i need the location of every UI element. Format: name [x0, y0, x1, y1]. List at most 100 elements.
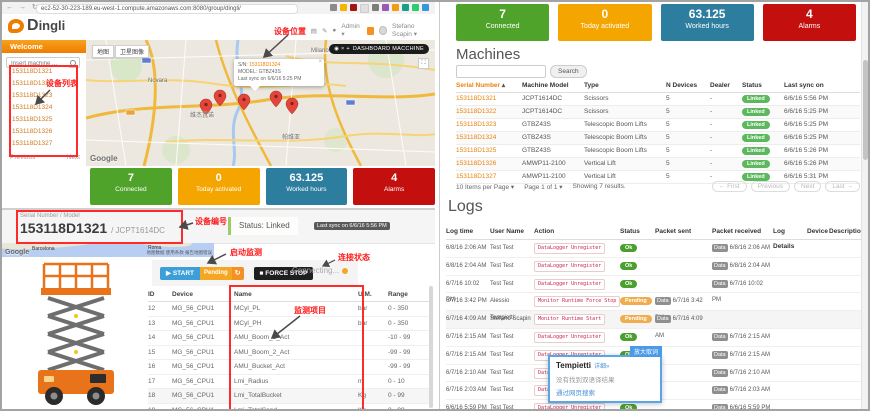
data-chip[interactable]: Data: [712, 262, 728, 270]
stat-card[interactable]: 0 Today activated: [558, 4, 651, 41]
extension-icon[interactable]: [360, 4, 369, 13]
address-bar[interactable]: ec2-52-30-223-189.eu-west-1.compute.amaz…: [36, 4, 298, 14]
extension-icon[interactable]: [392, 4, 399, 11]
extension-icon[interactable]: [330, 4, 337, 11]
table-row[interactable]: 19MG_56_CPU1Lmi_TotalSandKg0 - 99: [148, 404, 432, 411]
last-page-button[interactable]: Last →: [825, 181, 860, 192]
log-row[interactable]: 6/7/16 2:15 AM Test Test DataLogger Unre…: [446, 329, 863, 347]
sort-icon: ▴: [502, 82, 505, 89]
machine-row[interactable]: 153118D1321 JCPT1614DC Scissors 5 - Link…: [456, 93, 860, 106]
data-chip[interactable]: Data: [655, 297, 671, 305]
machine-list-item[interactable]: 153118D1325: [2, 114, 86, 126]
extension-icon[interactable]: [350, 4, 357, 11]
data-chip[interactable]: Data: [712, 280, 728, 288]
first-page-button[interactable]: ← First: [712, 181, 747, 192]
welcome-ribbon: Welcome: [2, 40, 86, 53]
page-select[interactable]: Page 1 of 1 ▾: [524, 183, 562, 191]
table-row[interactable]: 16MG_56_CPU1AMU_Bucket_Act-99 - 99: [148, 360, 432, 375]
data-chip[interactable]: Data: [712, 386, 728, 394]
print-icon[interactable]: ▤: [311, 27, 317, 35]
machine-serial-link[interactable]: 153118D1321: [456, 93, 522, 105]
data-chip[interactable]: Data: [712, 404, 728, 411]
machine-row[interactable]: 153118D1326 AMWP11-2100 Vertical Lift 5 …: [456, 158, 860, 171]
fullscreen-icon[interactable]: ⛶: [418, 58, 429, 69]
browser-back-icon[interactable]: ←: [6, 4, 15, 11]
data-chip[interactable]: Data: [655, 315, 671, 323]
machine-serial-link[interactable]: 153118D1325: [456, 145, 522, 157]
popup-serial-link[interactable]: 153118D1324: [249, 62, 280, 68]
extension-icon[interactable]: [402, 4, 409, 11]
machine-list-item[interactable]: 153118D1321: [2, 66, 86, 78]
table-header: IDDeviceNameU.M.Range: [148, 288, 432, 302]
log-row[interactable]: 6/7/16 3:42 PM Alessio Tempietti Monitor…: [446, 293, 863, 311]
extension-icon[interactable]: [422, 4, 429, 11]
machine-serial-link[interactable]: 153118D1326: [456, 158, 522, 170]
data-chip[interactable]: Data: [712, 369, 728, 377]
table-row[interactable]: 17MG_56_CPU1Lmi_Radiusm0 - 10: [148, 375, 432, 390]
data-chip[interactable]: Data: [712, 244, 728, 252]
stat-card[interactable]: 7 Connected: [90, 168, 172, 205]
edit-icon[interactable]: ✎: [322, 27, 327, 35]
extension-icon[interactable]: [382, 4, 389, 11]
machine-serial-link[interactable]: 153118D1322: [456, 106, 522, 118]
table-row[interactable]: 15MG_56_CPU1AMU_Boom_2_Act-99 - 99: [148, 346, 432, 361]
details-link[interactable]: 详细»: [594, 364, 609, 370]
bookmark-star-icon[interactable]: [340, 4, 347, 11]
previous-page-button[interactable]: Previous: [751, 181, 790, 192]
stat-card[interactable]: 4 Alarms: [763, 4, 856, 41]
log-row[interactable]: 6/8/16 2:06 AM Test Test DataLogger Unre…: [446, 240, 863, 258]
mini-map-strip[interactable]: Google Barcelona Roma 地图数据 使用条款 报告地图错误: [2, 243, 214, 257]
map-type-button[interactable]: 地图: [92, 45, 114, 58]
data-chip[interactable]: Data: [712, 333, 728, 341]
previous-link[interactable]: Previous: [10, 154, 35, 161]
machine-row[interactable]: 153118D1322 JCPT1614DC Scissors 5 - Link…: [456, 106, 860, 119]
scrollbar-thumb[interactable]: [863, 60, 868, 160]
items-per-page-select[interactable]: 10 Items per Page ▾: [456, 183, 514, 191]
machines-search-input[interactable]: [456, 65, 546, 78]
machine-row[interactable]: 153118D1324 GTBZ43S Telescopic Boom Lift…: [456, 132, 860, 145]
stat-card[interactable]: 63.125 Worked hours: [266, 168, 348, 205]
stat-card[interactable]: 4 Alarms: [353, 168, 435, 205]
machine-list-item[interactable]: 153118D1327: [2, 138, 86, 150]
dashboard-macchine-pill[interactable]: ◉ × + DASHBOARD MACCHINE: [329, 44, 429, 54]
machine-serial-link[interactable]: 153118D1324: [456, 132, 522, 144]
close-icon[interactable]: ×: [318, 59, 322, 66]
table-row[interactable]: 13MG_56_CPU1MCyl_PHbar0 - 350: [148, 317, 432, 332]
data-chip[interactable]: Data: [712, 351, 728, 359]
next-link[interactable]: Next: [67, 154, 80, 161]
dingli-logo[interactable]: Dingli: [8, 17, 65, 35]
satellite-type-button[interactable]: 卫星图像: [115, 45, 149, 58]
table-row[interactable]: 18MG_56_CPU1Lmi_TotalBucketKg0 - 99: [148, 389, 432, 404]
log-row[interactable]: 6/7/16 4:09 AM Stefano Scapin Monitor Ru…: [446, 311, 863, 329]
next-page-button[interactable]: Next: [794, 181, 821, 192]
search-button[interactable]: Search: [550, 65, 587, 78]
web-search-link[interactable]: 通过网页搜索: [556, 387, 654, 397]
sort-column-header[interactable]: Serial Number ▴: [456, 80, 522, 92]
machine-map[interactable]: 地图 卫星图像 ◉ × + DASHBOARD MACCHINE ⛶ Novar…: [86, 40, 435, 166]
machine-row[interactable]: 153118D1323 GTBZ43S Telescopic Boom Lift…: [456, 119, 860, 132]
browser-forward-icon[interactable]: →: [19, 4, 28, 11]
translate-popup-tab[interactable]: 放大取词: [630, 346, 662, 357]
stat-card[interactable]: 63.125 Worked hours: [661, 4, 754, 41]
scrollbar[interactable]: [861, 2, 869, 409]
machine-row[interactable]: 153118D1325 GTBZ43S Telescopic Boom Lift…: [456, 145, 860, 158]
machine-list-item[interactable]: 153118D1324: [2, 102, 86, 114]
stat-card[interactable]: 7 Connected: [456, 4, 549, 41]
start-button[interactable]: ▶ START: [160, 267, 200, 280]
extension-icon[interactable]: [412, 4, 419, 11]
machine-serial-link[interactable]: 153118D1323: [456, 119, 522, 131]
user-menu[interactable]: Stefano Scapin ▾: [392, 23, 435, 38]
admin-menu[interactable]: Admin ▾: [341, 23, 362, 38]
extension-icon[interactable]: [372, 4, 379, 11]
log-row[interactable]: 6/7/16 10:02 PM Test Test DataLogger Unr…: [446, 276, 863, 294]
refresh-button[interactable]: ↻: [232, 267, 244, 280]
language-badge[interactable]: [367, 27, 374, 35]
table-row[interactable]: 14MG_56_CPU1AMU_Boom_1_Act-10 - 99: [148, 331, 432, 346]
machine-list-item[interactable]: 153118D1326: [2, 126, 86, 138]
machine-list-item[interactable]: 153118D1323: [2, 90, 86, 102]
table-row[interactable]: 12MG_56_CPU1MCyl_PLbar0 - 350: [148, 302, 432, 317]
stat-card[interactable]: 0 Today activated: [178, 168, 260, 205]
log-row[interactable]: 6/8/16 2:04 AM Test Test DataLogger Unre…: [446, 258, 863, 276]
scrollbar[interactable]: [429, 286, 433, 408]
notification-dot-icon[interactable]: ●: [332, 27, 336, 34]
